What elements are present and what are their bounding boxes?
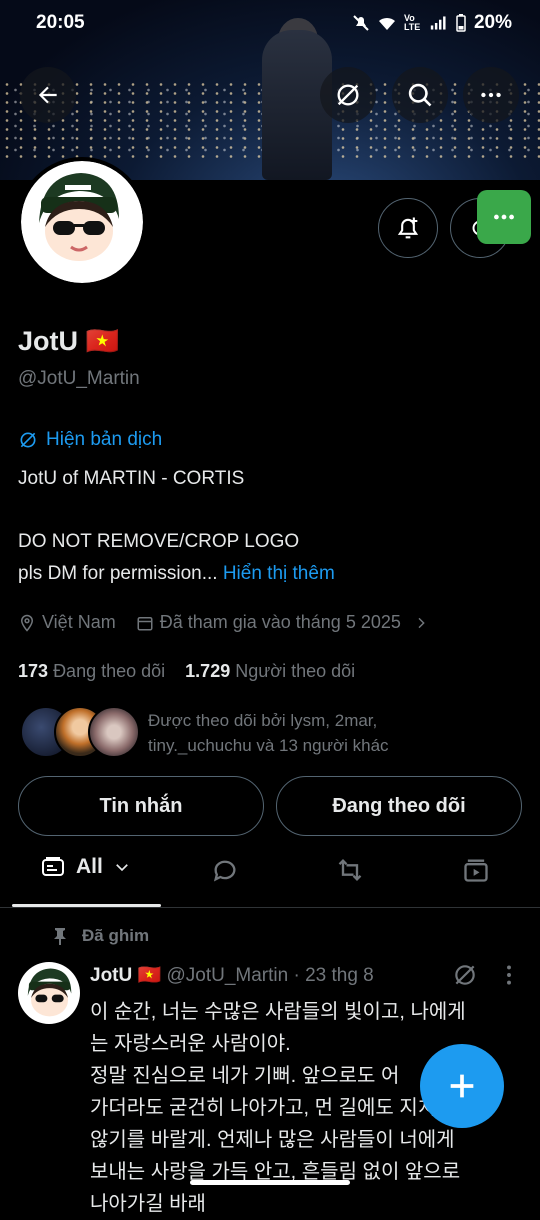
post-author-handle[interactable]: @JotU_Martin xyxy=(166,965,288,986)
pin-icon xyxy=(54,928,66,945)
following-button[interactable]: Đang theo dõi xyxy=(276,776,522,836)
tab-reposts[interactable] xyxy=(336,856,364,889)
profile-avatar[interactable] xyxy=(17,157,147,287)
following-stat[interactable]: 173 Đang theo dõi xyxy=(18,661,165,681)
joined-date: Đã tham gia vào tháng 5 2025 xyxy=(159,612,401,632)
wifi-icon xyxy=(378,17,395,30)
followed-by-text[interactable]: Được theo dõi bởi lysm, 2mar, tiny._uchu… xyxy=(148,708,448,758)
battery-icon xyxy=(456,14,466,32)
tab-all-label: All xyxy=(76,855,103,878)
translate-off-icon xyxy=(337,84,359,106)
followers-count: 1.729 xyxy=(185,661,231,681)
status-time: 20:05 xyxy=(36,12,85,33)
post-text-line: 않기를 바랄게. 언제나 많은 사람들이 너에게 xyxy=(90,1129,455,1151)
vertical-more-icon xyxy=(507,965,511,985)
show-translation-link[interactable]: Hiện bản dịch xyxy=(18,429,162,451)
show-translation-label: Hiện bản dịch xyxy=(46,429,163,450)
follower-avatar[interactable] xyxy=(88,706,140,758)
post-date[interactable]: · 23 thg 8 xyxy=(293,965,373,986)
tab-all[interactable]: All xyxy=(40,855,131,879)
profile-name: JotU 🇻🇳 xyxy=(18,325,119,357)
bell-plus-icon xyxy=(397,217,419,239)
network-label: Vo LTE xyxy=(403,13,421,32)
avatar-illustration xyxy=(39,173,119,261)
translate-toggle-button[interactable] xyxy=(320,67,376,123)
chevron-right-icon[interactable] xyxy=(413,615,429,631)
flag-icon: 🇻🇳 xyxy=(85,326,120,356)
translate-off-icon xyxy=(455,965,475,985)
post-translate-button[interactable] xyxy=(452,962,478,993)
message-button[interactable]: Tin nhắn xyxy=(18,776,264,836)
flag-icon: 🇻🇳 xyxy=(137,965,162,986)
post-header: JotU 🇻🇳 @JotU_Martin · 23 thg 8 xyxy=(90,963,374,987)
location-text: Việt Nam xyxy=(42,612,116,632)
post-text-line: 나아가길 바래 xyxy=(90,1193,206,1215)
bio-line: DO NOT REMOVE/CROP LOGO xyxy=(18,531,300,552)
follow-stats: 173 Đang theo dõi 1.729 Người theo dõi xyxy=(18,661,355,682)
tab-replies[interactable] xyxy=(211,856,239,889)
profile-name-text: JotU xyxy=(18,326,78,356)
show-more-link[interactable]: Hiển thị thêm xyxy=(223,563,335,584)
floating-menu-button[interactable] xyxy=(477,190,531,244)
back-button[interactable] xyxy=(20,67,76,123)
tab-divider xyxy=(0,907,540,908)
chevron-down-icon xyxy=(116,864,128,872)
plus-icon xyxy=(450,1074,474,1098)
home-indicator[interactable] xyxy=(190,1180,350,1185)
followers-stat[interactable]: 1.729 Người theo dõi xyxy=(185,661,355,681)
post-author-avatar[interactable] xyxy=(18,962,80,1024)
tab-media[interactable] xyxy=(462,856,490,889)
back-icon xyxy=(38,86,57,104)
signal-icon xyxy=(430,16,446,30)
feed-icon xyxy=(42,857,64,876)
translate-off-icon xyxy=(20,432,36,448)
more-icon xyxy=(481,92,501,98)
post-author-name[interactable]: JotU xyxy=(90,965,132,986)
search-icon xyxy=(408,83,432,107)
repost-icon xyxy=(338,859,362,881)
location-icon xyxy=(20,614,34,632)
following-count: 173 xyxy=(18,661,49,681)
bio-line: JotU of MARTIN - CORTIS xyxy=(18,468,245,489)
more-options-button[interactable] xyxy=(463,67,519,123)
calendar-icon xyxy=(137,616,153,630)
pinned-indicator: Đã ghim xyxy=(52,926,149,946)
pinned-label: Đã ghim xyxy=(82,926,150,945)
status-icons: Vo LTE 20% xyxy=(352,12,512,34)
profile-handle: @JotU_Martin xyxy=(18,368,140,389)
compose-button[interactable] xyxy=(420,1044,504,1128)
bio-line: pls DM for permission... xyxy=(18,563,218,584)
post-text-line: 이 순간, 너는 수많은 사람들의 빛이고, 나에게 xyxy=(90,1001,466,1023)
profile-meta: Việt Nam Đã tham gia vào tháng 5 2025 xyxy=(18,612,429,633)
reply-icon xyxy=(213,860,236,882)
more-icon xyxy=(494,214,514,220)
following-label: Đang theo dõi xyxy=(53,661,166,681)
followers-label: Người theo dõi xyxy=(235,661,356,681)
search-button[interactable] xyxy=(392,67,448,123)
mute-icon xyxy=(353,15,369,31)
battery-level: 20% xyxy=(473,12,512,33)
avatar-illustration xyxy=(27,968,72,1017)
post-more-button[interactable] xyxy=(500,962,518,993)
bio-line-with-link: pls DM for permission... Hiển thị thêm xyxy=(18,563,335,585)
notify-button[interactable] xyxy=(378,198,438,258)
media-icon xyxy=(464,859,488,882)
